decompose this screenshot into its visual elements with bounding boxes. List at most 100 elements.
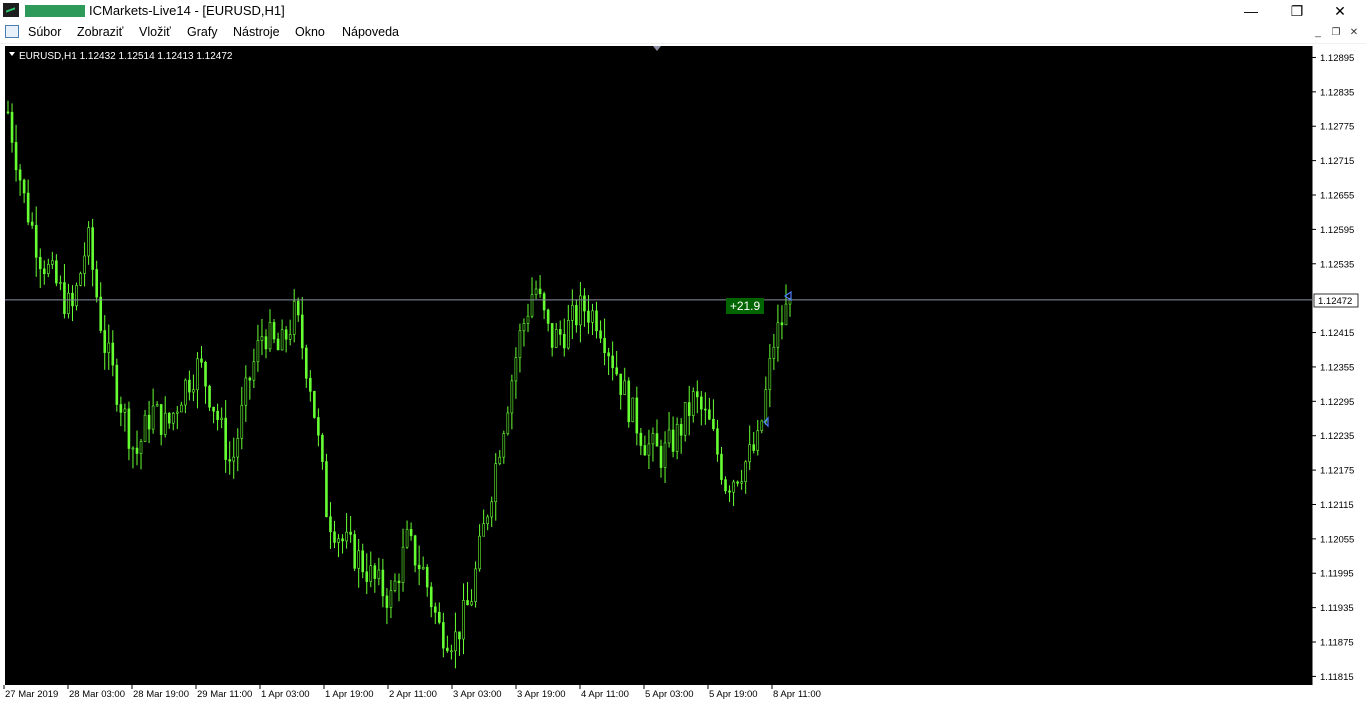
candle-body: [611, 355, 614, 369]
candle-body: [655, 433, 659, 447]
mdi-restore-icon[interactable]: ❐: [1328, 25, 1344, 40]
candle-body: [67, 292, 70, 314]
candle-body: [14, 142, 18, 171]
restore-icon[interactable]: ❐: [1274, 0, 1320, 22]
candle-body: [732, 481, 735, 493]
profit-badge: +21.9: [726, 298, 764, 314]
candle-body: [647, 443, 651, 456]
y-tick-label: 1.11815: [1320, 672, 1354, 683]
candle-body: [131, 447, 135, 450]
candle-body: [740, 481, 743, 484]
candle-body: [756, 430, 760, 451]
candle-body: [373, 565, 377, 579]
candle-body: [542, 293, 546, 311]
candle-body: [550, 323, 554, 348]
candle-body: [526, 315, 530, 324]
candle-body: [280, 329, 284, 351]
candle-body: [401, 546, 405, 584]
candle-body: [667, 429, 671, 444]
menu-tools[interactable]: Nástroje: [233, 25, 280, 39]
candle-body: [385, 595, 389, 608]
candle-body: [256, 340, 260, 363]
menu-help[interactable]: Nápoveda: [342, 25, 399, 39]
candle-body: [6, 111, 10, 114]
price-chart[interactable]: 1.12895 1.12835 1.12775 1.12715 1.12655 1.125…: [0, 44, 1366, 707]
candle-body: [623, 380, 627, 395]
candle-body: [99, 296, 103, 331]
candle-body: [123, 408, 127, 413]
candle-body: [575, 305, 578, 326]
x-tick-label: 28 Mar 03:00: [69, 689, 125, 700]
candle-body: [506, 412, 510, 434]
mdi-close-icon[interactable]: ✕: [1346, 25, 1362, 40]
candle-body: [659, 445, 663, 468]
chart-window[interactable]: 1.12895 1.12835 1.12775 1.12715 1.12655 1.125…: [0, 44, 1366, 707]
candle-body: [284, 329, 288, 340]
candle-body: [417, 564, 421, 570]
candle-body: [724, 479, 727, 492]
candle-body: [700, 396, 703, 410]
candle-body: [454, 631, 457, 652]
y-tick-label: 1.12895: [1320, 53, 1354, 64]
close-icon[interactable]: ✕: [1317, 0, 1363, 22]
candle-body: [167, 412, 171, 424]
candle-body: [433, 606, 437, 613]
x-tick-label: 3 Apr 03:00: [453, 689, 502, 700]
candle-body: [79, 273, 82, 286]
candle-body: [409, 529, 413, 537]
candle-body: [679, 423, 683, 436]
candle-body: [744, 461, 747, 482]
candle-body: [748, 444, 751, 463]
candle-body: [651, 433, 655, 445]
candle-body: [571, 305, 574, 321]
candle-body: [784, 303, 788, 326]
chart-window-icon[interactable]: [5, 25, 19, 38]
menu-view[interactable]: Zobraziť: [77, 25, 123, 39]
candle-body: [95, 269, 98, 298]
candle-body: [26, 192, 30, 223]
candle-body: [405, 529, 409, 548]
candle-body: [200, 358, 203, 363]
y-tick-label: 1.12835: [1320, 87, 1354, 98]
candle-body: [470, 601, 473, 606]
menu-charts[interactable]: Grafy: [187, 25, 218, 39]
candle-body: [683, 402, 687, 436]
candle-body: [139, 441, 143, 454]
candle-body: [490, 501, 494, 518]
candle-body: [377, 569, 381, 579]
candle-body: [224, 417, 227, 460]
candle-body: [345, 531, 348, 542]
candle-body: [712, 418, 715, 430]
candle-body: [522, 323, 526, 332]
y-tick-label: 1.12415: [1320, 328, 1354, 339]
candle-body: [675, 423, 679, 452]
candle-body: [304, 347, 308, 379]
candle-body: [438, 612, 441, 623]
candle-body: [538, 288, 542, 295]
x-axis: 27 Mar 2019 28 Mar 03:00 28 Mar 19:00 29 Ma…: [3, 685, 821, 700]
candle-body: [268, 322, 272, 350]
candle-body: [248, 377, 252, 381]
mdi-minimize-icon[interactable]: _: [1310, 25, 1326, 40]
candle-body: [55, 260, 58, 284]
candle-body: [337, 538, 340, 543]
price-tag: 1.12472: [1313, 293, 1359, 308]
candle-body: [466, 600, 469, 606]
candle-body: [486, 516, 489, 524]
menu-window[interactable]: Okno: [295, 25, 325, 39]
minimize-icon[interactable]: —: [1228, 0, 1274, 22]
candle-body: [317, 417, 320, 436]
candle-body: [421, 567, 425, 570]
menu-insert[interactable]: Vložiť: [139, 25, 171, 39]
candle-body: [425, 567, 429, 588]
candle-body: [619, 373, 623, 395]
candle-body: [147, 414, 151, 430]
candle-body: [63, 282, 66, 314]
menu-file[interactable]: Súbor: [28, 25, 61, 39]
candle-body: [458, 631, 461, 640]
candle-body: [288, 334, 292, 340]
profit-label: +21.9: [730, 299, 761, 313]
y-tick-label: 1.12295: [1320, 397, 1354, 408]
title-bar: ICMarkets-Live14 - [EURUSD,H1] — ❐ ✕: [0, 0, 1366, 22]
candle-body: [482, 523, 485, 537]
